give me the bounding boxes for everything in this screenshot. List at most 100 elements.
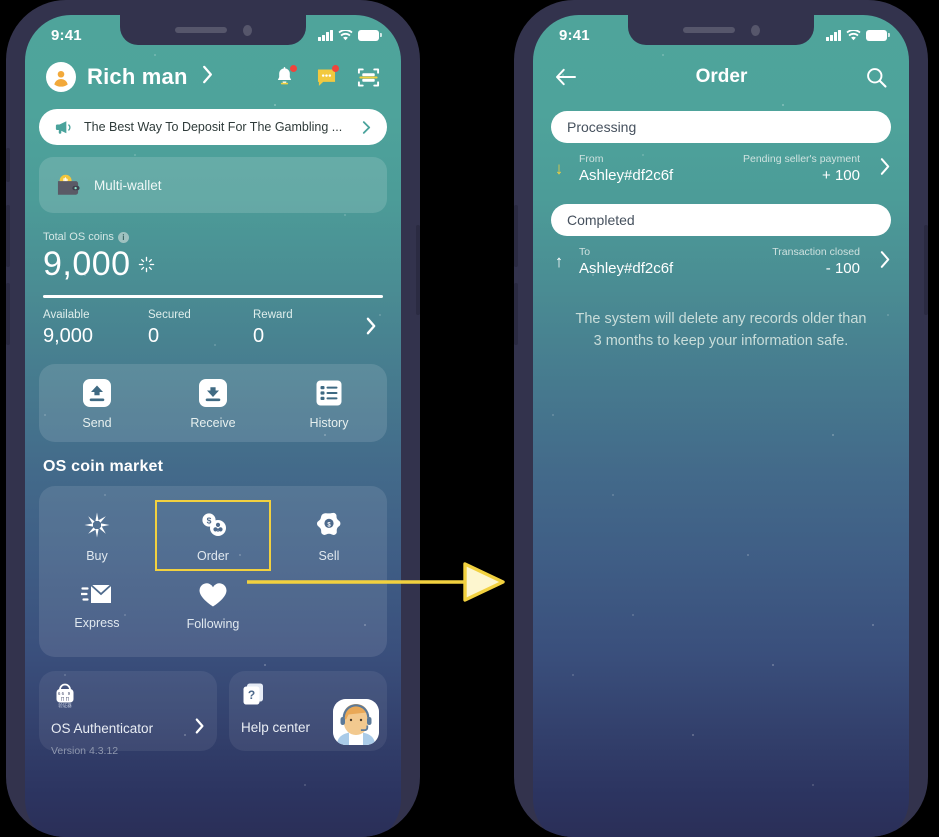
power-button[interactable]: [924, 225, 928, 315]
stat-secured: Secured 0: [148, 309, 253, 348]
action-send[interactable]: Send: [39, 378, 155, 430]
order-coins-icon: $: [202, 513, 226, 536]
authenticator-lock-icon: 6 6 9∏ ∏验证器: [56, 683, 74, 709]
battery-icon: [358, 29, 382, 41]
phone-device-order: 9:41 Order Processing ↓ From Ashley#df2c…: [514, 0, 928, 837]
action-send-label: Send: [82, 416, 112, 430]
support-agent-avatar-icon[interactable]: [333, 699, 379, 745]
balance-amount-row: 9,000: [43, 245, 383, 284]
balance-amount: 9,000: [43, 245, 131, 283]
order-direction-label: To: [579, 246, 591, 258]
home-screen: 9:41 Rich man The Best Way To Deposit Fo…: [25, 15, 401, 837]
balance-label: Total OS coins: [43, 231, 114, 243]
market-item-order-label: Order: [197, 549, 229, 563]
stat-reward: Reward 0: [253, 309, 358, 348]
authenticator-card[interactable]: 6 6 9 ∏ ∏ 验证器 OS Authenticator Version 4.3.…: [39, 671, 217, 757]
authenticator-version: Version 4.3.12: [51, 745, 119, 757]
order-screen: 9:41 Order Processing ↓ From Ashley#df2c…: [533, 15, 909, 837]
order-row-completed[interactable]: ↑ To Ashley#df2c6f Transaction closed - …: [533, 236, 909, 283]
cellular-bars-icon: [826, 29, 841, 41]
multi-wallet-card[interactable]: ฿ Multi-wallet: [39, 157, 387, 213]
volume-up-button[interactable]: [514, 205, 518, 267]
message-chat-icon[interactable]: [315, 64, 339, 89]
notification-bell-icon[interactable]: [273, 64, 297, 89]
back-arrow-icon[interactable]: [555, 68, 577, 86]
front-camera: [242, 24, 252, 36]
chevron-right-icon[interactable]: [202, 65, 214, 89]
status-time: 9:41: [51, 26, 82, 44]
multi-wallet-label: Multi-wallet: [94, 177, 162, 193]
status-pill-processing[interactable]: Processing: [551, 111, 891, 143]
order-status-text: Transaction closed: [772, 246, 860, 258]
order-amount: - 100: [825, 260, 860, 277]
device-notch: [628, 15, 814, 45]
user-name: Rich man: [87, 64, 188, 89]
info-icon[interactable]: i: [117, 231, 129, 243]
volume-down-button[interactable]: [514, 283, 518, 345]
stat-secured-label: Secured: [148, 309, 191, 321]
power-button[interactable]: [416, 225, 420, 315]
megaphone-icon: [55, 120, 71, 134]
earpiece-speaker: [682, 27, 735, 33]
scan-qr-icon[interactable]: [357, 66, 380, 89]
bitcoin-wallet-icon: ฿: [57, 174, 80, 195]
market-item-express[interactable]: Express: [39, 571, 155, 639]
svg-text:验证器: 验证器: [58, 702, 72, 709]
balance-label-row: Total OS coins i: [43, 231, 383, 243]
buy-burst-icon: [84, 512, 110, 538]
notification-badge: [290, 64, 297, 72]
os-coin-sparkle-icon: [138, 256, 154, 273]
receive-icon: [199, 379, 227, 407]
announcement-text: The Best Way To Deposit For The Gambling…: [84, 120, 343, 134]
svg-text:?: ?: [248, 688, 255, 702]
chevron-right-icon[interactable]: [362, 120, 371, 135]
volume-up-button[interactable]: [6, 205, 10, 267]
front-camera: [750, 24, 760, 36]
search-icon[interactable]: [866, 67, 887, 88]
send-icon: [83, 379, 111, 407]
order-nav-bar: Order: [533, 57, 909, 97]
chevron-right-icon[interactable]: [880, 250, 891, 274]
earpiece-speaker: [174, 27, 227, 33]
message-badge: [332, 64, 339, 72]
authenticator-label: OS Authenticator: [51, 721, 154, 736]
market-item-buy[interactable]: Buy: [39, 500, 155, 571]
action-history[interactable]: History: [271, 378, 387, 430]
status-time: 9:41: [559, 26, 590, 44]
action-receive[interactable]: Receive: [155, 378, 271, 430]
balance-divider: [43, 295, 383, 298]
question-doc-icon: ?: [243, 683, 263, 705]
wifi-icon: [338, 29, 353, 40]
chevron-right-icon[interactable]: [195, 718, 205, 739]
stat-reward-label: Reward: [253, 309, 293, 321]
arrow-down-icon: ↓: [554, 159, 564, 178]
mute-switch[interactable]: [6, 148, 10, 182]
bottom-cards: 6 6 9 ∏ ∏ 验证器 OS Authenticator Version 4.3.…: [39, 671, 387, 757]
balance-section: Total OS coins i 9,000 Available 9,000 S…: [39, 231, 387, 348]
order-row-processing[interactable]: ↓ From Ashley#df2c6f Pending seller's pa…: [533, 143, 909, 190]
announcement-banner[interactable]: The Best Way To Deposit For The Gambling…: [39, 109, 387, 145]
chevron-right-icon[interactable]: [880, 157, 891, 181]
person-avatar-icon: [46, 62, 76, 92]
volume-down-button[interactable]: [6, 283, 10, 345]
retention-notice: The system will delete any records older…: [575, 311, 867, 349]
action-history-label: History: [309, 416, 349, 430]
express-envelope-icon: [80, 584, 112, 603]
stat-available: Available 9,000: [43, 309, 148, 348]
screenshot-stage: 9:41 Rich man The Best Way To Deposit Fo…: [0, 0, 939, 837]
balance-detail-chevron-icon[interactable]: [366, 317, 383, 340]
order-amount: + 100: [822, 167, 860, 184]
user-profile-row[interactable]: Rich man: [39, 57, 387, 97]
battery-icon: [866, 29, 890, 41]
wifi-icon: [846, 29, 861, 40]
help-center-card[interactable]: ? Help center: [229, 671, 387, 751]
stat-secured-value: 0: [148, 325, 160, 347]
order-status-text: Pending seller's payment: [743, 153, 860, 165]
history-list-icon: [316, 380, 342, 406]
status-pill-completed[interactable]: Completed: [551, 204, 891, 236]
device-notch: [120, 15, 306, 45]
wallet-actions-card: Send Receive History: [39, 364, 387, 442]
svg-text:$: $: [207, 515, 212, 525]
order-direction-label: From: [579, 153, 604, 165]
stat-available-label: Available: [43, 309, 90, 321]
